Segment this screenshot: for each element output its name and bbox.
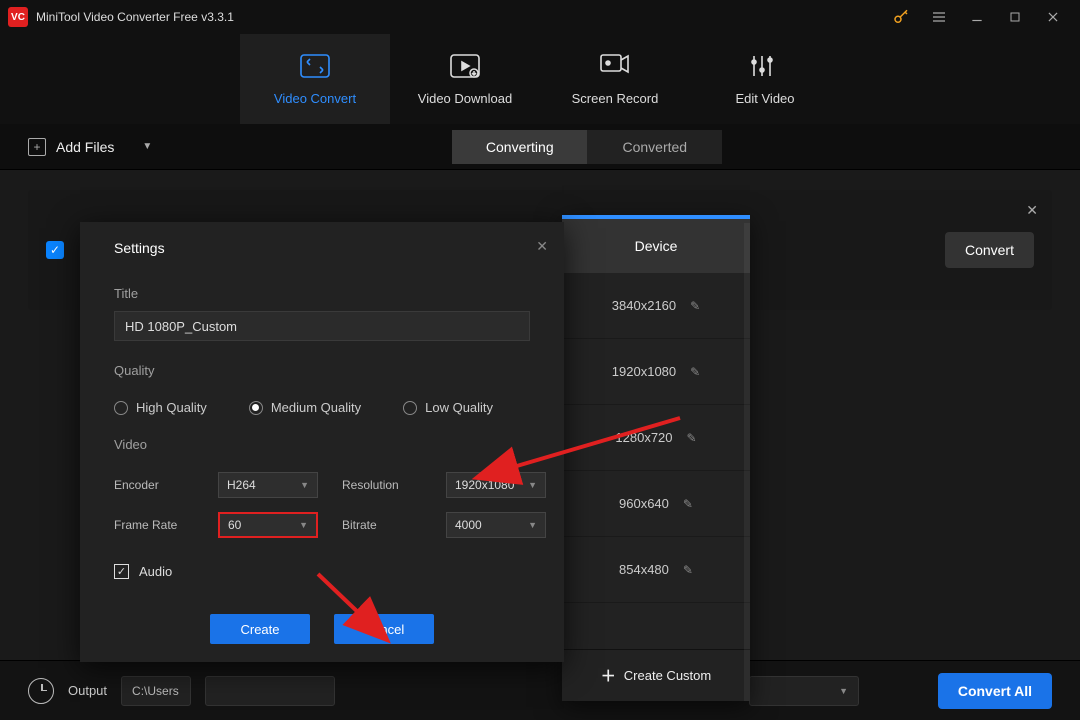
radio-icon: [249, 401, 263, 415]
record-icon: [598, 52, 632, 83]
chevron-down-icon: ▼: [528, 480, 537, 490]
checkbox-icon: [114, 564, 129, 579]
tab-video-convert[interactable]: Video Convert: [240, 34, 390, 124]
tab-edit-video[interactable]: Edit Video: [690, 34, 840, 124]
preset-label: 1920x1080: [612, 364, 676, 379]
add-files-label: Add Files: [56, 139, 114, 155]
audio-toggle[interactable]: Audio: [114, 564, 530, 579]
encoder-dropdown[interactable]: H264 ▼: [218, 472, 318, 498]
encoder-label: Encoder: [114, 478, 194, 492]
convert-icon: [298, 52, 332, 83]
video-section-label: Video: [114, 437, 530, 452]
create-button[interactable]: Create: [210, 614, 310, 644]
upgrade-key-icon[interactable]: [882, 0, 920, 34]
radio-icon: [403, 401, 417, 415]
tab-video-download[interactable]: Video Download: [390, 34, 540, 124]
tab-label: Video Convert: [274, 91, 356, 106]
tab-label: Video Download: [418, 91, 512, 106]
chevron-down-icon: ▼: [300, 480, 309, 490]
preset-row[interactable]: 854x480 ✎: [562, 537, 750, 603]
chevron-down-icon: ▼: [142, 141, 152, 152]
preset-row[interactable]: 960x640 ✎: [562, 471, 750, 537]
plus-icon: ＋: [601, 665, 616, 686]
convert-all-button[interactable]: Convert All: [938, 673, 1052, 709]
preset-label: 1280x720: [615, 430, 672, 445]
title-field-label: Title: [114, 286, 530, 301]
app-logo: VC: [8, 7, 28, 27]
edit-icon[interactable]: ✎: [683, 563, 693, 577]
preset-tab-device[interactable]: Device: [562, 219, 750, 273]
quality-label: Quality: [114, 363, 530, 378]
radio-medium-quality[interactable]: Medium Quality: [249, 400, 361, 415]
toolbar: + Add Files ▼ Converting Converted: [0, 124, 1080, 170]
plus-icon: +: [28, 138, 46, 156]
chevron-down-icon: ▼: [528, 520, 537, 530]
settings-modal: ✕ Settings Title Quality High Quality Me…: [80, 222, 564, 662]
radio-label: High Quality: [136, 400, 207, 415]
titlebar: VC MiniTool Video Converter Free v3.3.1: [0, 0, 1080, 34]
bottom-bar: Output C:\Users ▼ Convert All: [0, 660, 1080, 720]
edit-icon[interactable]: ✎: [690, 365, 700, 379]
file-checkbox[interactable]: ✓: [46, 241, 64, 259]
scrollbar[interactable]: [744, 223, 750, 701]
dropdown-value: 60: [228, 518, 241, 532]
edit-icon[interactable]: ✎: [687, 431, 697, 445]
edit-icon: [748, 52, 782, 83]
maximize-button[interactable]: [996, 0, 1034, 34]
output-label: Output: [68, 683, 107, 698]
chevron-down-icon: ▼: [299, 520, 308, 530]
framerate-dropdown[interactable]: 60 ▼: [218, 512, 318, 538]
download-icon: [448, 52, 482, 83]
radio-label: Medium Quality: [271, 400, 361, 415]
add-files-button[interactable]: + Add Files ▼: [28, 138, 152, 156]
close-button[interactable]: [1034, 0, 1072, 34]
tab-converting[interactable]: Converting: [452, 130, 587, 164]
tab-label: Screen Record: [572, 91, 659, 106]
create-custom-label: Create Custom: [624, 668, 711, 683]
minimize-button[interactable]: [958, 0, 996, 34]
resolution-dropdown[interactable]: 1920x1080 ▼: [446, 472, 546, 498]
bitrate-label: Bitrate: [342, 518, 422, 532]
audio-label: Audio: [139, 564, 172, 579]
output-format-dropdown[interactable]: ▼: [749, 676, 859, 706]
output-browse-button[interactable]: [205, 676, 335, 706]
preset-label: 3840x2160: [612, 298, 676, 313]
radio-label: Low Quality: [425, 400, 493, 415]
schedule-icon[interactable]: [28, 678, 54, 704]
preset-label: 960x640: [619, 496, 669, 511]
edit-icon[interactable]: ✎: [683, 497, 693, 511]
tab-screen-record[interactable]: Screen Record: [540, 34, 690, 124]
preset-label: 854x480: [619, 562, 669, 577]
dropdown-value: 4000: [455, 518, 482, 532]
preset-row[interactable]: 3840x2160 ✎: [562, 273, 750, 339]
top-nav: Video Convert Video Download Screen Reco…: [0, 34, 1080, 124]
radio-high-quality[interactable]: High Quality: [114, 400, 207, 415]
framerate-label: Frame Rate: [114, 518, 194, 532]
cancel-button[interactable]: Cancel: [334, 614, 434, 644]
convert-button[interactable]: Convert: [945, 232, 1034, 268]
dropdown-value: 1920x1080: [455, 478, 514, 492]
dropdown-value: H264: [227, 478, 256, 492]
app-title: MiniTool Video Converter Free v3.3.1: [36, 10, 234, 24]
create-custom-button[interactable]: ＋ Create Custom: [562, 649, 750, 701]
bitrate-dropdown[interactable]: 4000 ▼: [446, 512, 546, 538]
modal-title: Settings: [114, 240, 530, 256]
radio-icon: [114, 401, 128, 415]
preset-row[interactable]: 1280x720 ✎: [562, 405, 750, 471]
edit-icon[interactable]: ✎: [690, 299, 700, 313]
radio-low-quality[interactable]: Low Quality: [403, 400, 493, 415]
chevron-down-icon: ▼: [839, 686, 848, 696]
remove-file-button[interactable]: ✕: [1026, 202, 1038, 219]
menu-icon[interactable]: [920, 0, 958, 34]
preset-row[interactable]: 1920x1080 ✎: [562, 339, 750, 405]
title-input[interactable]: [114, 311, 530, 341]
close-icon[interactable]: ✕: [536, 238, 548, 255]
output-path-field[interactable]: C:\Users: [121, 676, 191, 706]
tab-label: Edit Video: [735, 91, 794, 106]
tab-converted[interactable]: Converted: [587, 130, 722, 164]
preset-panel: Device 3840x2160 ✎ 1920x1080 ✎ 1280x720 …: [562, 215, 750, 701]
resolution-label: Resolution: [342, 478, 422, 492]
